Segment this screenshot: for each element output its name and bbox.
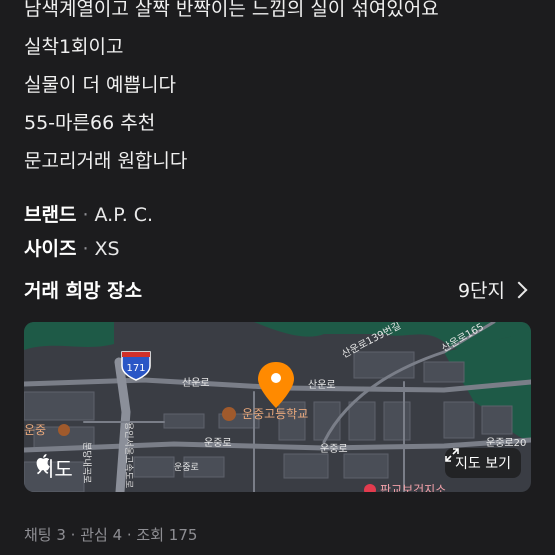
separator-dot: · [82,204,89,226]
svg-text:산운로: 산운로 [182,377,210,389]
description-line: 남색계열이고 살짝 반짝이는 느낌의 실이 섞여있어요 [24,0,439,20]
open-map-button[interactable]: 지도 보기 [445,448,521,478]
svg-text:운중: 운중 [24,423,46,437]
description: 남색계열이고 살짝 반짝이는 느낌의 실이 섞여있어요 실착1회이고 실물이 더… [24,0,544,180]
svg-text:운중고등학교: 운중고등학교 [242,407,308,421]
description-line: 문고리거래 원합니다 [24,150,188,172]
size-value: XS [94,238,120,260]
size-label: 사이즈 [24,238,77,260]
post-stats: 채팅 3 · 관심 4 · 조회 175 [24,526,198,544]
separator-dot: · [82,238,89,260]
svg-text:판교보건지소: 판교보건지소 [380,483,446,492]
chevron-right-icon[interactable] [510,281,528,299]
description-line: 실착1회이고 [24,36,124,58]
svg-text:산운로: 산운로 [308,379,336,391]
svg-text:용인서울고속도로: 용인서울고속도로 [123,422,134,488]
description-line: 55-마른66 추천 [24,112,156,134]
svg-text:운중로: 운중로 [204,437,232,449]
trade-place-title: 거래 희망 장소 [24,280,143,302]
brand-attribute: 브랜드 · A.P. C. [24,200,153,227]
maps-brand: 지도 [36,453,73,482]
trade-place-map[interactable]: 171 산운로 산운로 운중로 운중로 운중로 산운로139번길 산운로165 … [24,322,531,492]
trade-place-value[interactable]: 9단지 [458,276,505,303]
expand-icon [445,448,459,462]
description-line: 실물이 더 예쁩니다 [24,74,176,96]
svg-text:운중로: 운중로 [320,443,348,455]
brand-value[interactable]: A.P. C. [95,204,154,226]
trade-place-row[interactable]: 거래 희망 장소 9단지 [24,276,528,306]
svg-text:운중로: 운중로 [174,462,199,473]
brand-label: 브랜드 [24,204,77,226]
apple-logo-icon [36,454,50,471]
open-map-label: 지도 보기 [455,456,511,472]
size-attribute: 사이즈 · XS [24,234,120,261]
location-pin-icon [258,362,294,408]
health-center-poi[interactable]: 판교보건지소 [364,483,446,492]
svg-text:171: 171 [126,363,145,374]
park-area [24,322,114,350]
highway-shield: 171 [121,351,151,381]
svg-text:분당내곡로: 분당내곡로 [81,442,92,483]
